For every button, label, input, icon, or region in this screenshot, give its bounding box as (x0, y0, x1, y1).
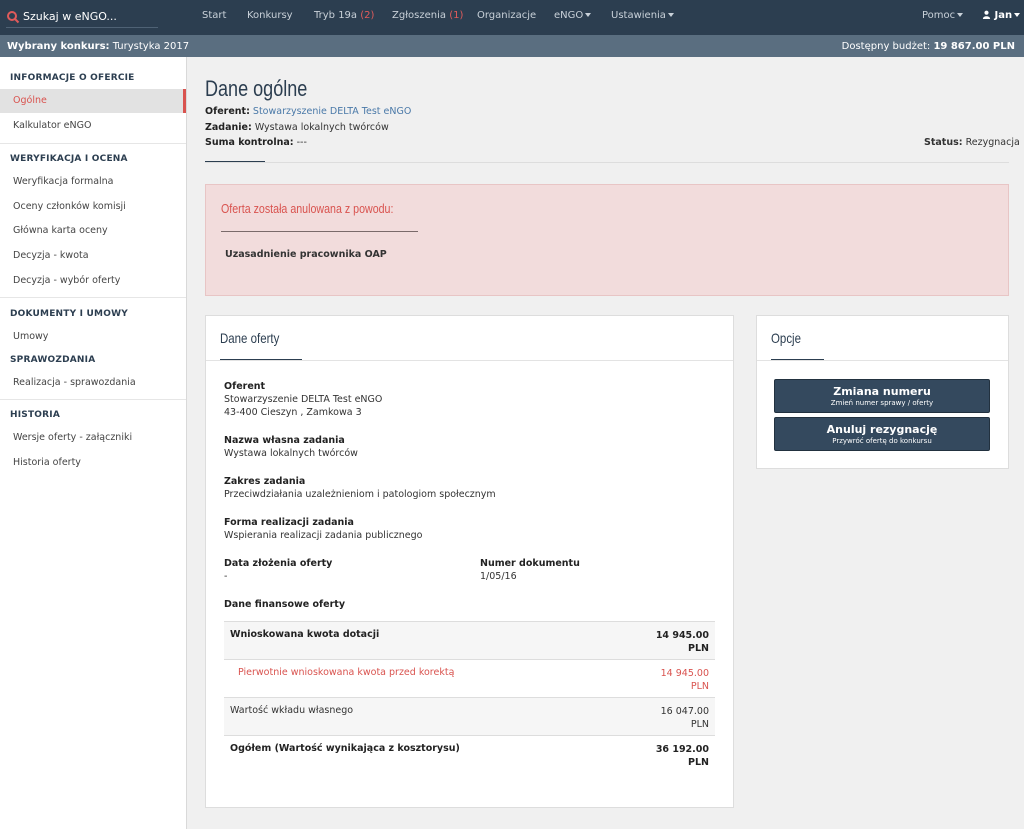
field-form: Forma realizacji zadania Wspierania real… (224, 517, 423, 541)
panel-underline (771, 359, 824, 360)
panel-title: Opcje (771, 330, 801, 346)
table-row: Wartość wkładu własnego 16 047.00 PLN (224, 697, 715, 735)
page-title: Dane ogólne (205, 76, 308, 101)
sidebar-divider (0, 297, 186, 298)
top-navbar: Szukaj w eNGO... Start Konkursy Tryb 19a… (0, 0, 1024, 35)
meta-suma-kontrolna: Suma kontrolna: --- (205, 137, 307, 148)
sidebar-section-title: DOKUMENTY I UMOWY (10, 309, 128, 319)
sidebar: INFORMACJE O OFERCIE Ogólne Kalkulator e… (0, 57, 187, 829)
nav-zgloszenia[interactable]: Zgłoszenia (1) (392, 10, 463, 21)
table-row: Ogółem (Wartość wynikająca z kosztorysu)… (224, 735, 715, 773)
search-icon (6, 10, 20, 24)
context-bar: Wybrany konkurs: Turystyka 2017 Dostępny… (0, 35, 1024, 57)
panel-divider (206, 360, 733, 361)
nav-tryb19a[interactable]: Tryb 19a (2) (314, 10, 374, 21)
sidebar-item-kalkulator[interactable]: Kalkulator eNGO (0, 114, 186, 138)
sidebar-item-historia-oferty[interactable]: Historia oferty (0, 451, 186, 475)
nav-zgloszenia-count: (1) (449, 10, 464, 21)
offer-panel: Dane oferty Oferent Stowarzyszenie DELTA… (205, 315, 734, 808)
nav-tryb19a-count: (2) (360, 10, 375, 21)
nav-pomoc-dropdown[interactable]: Pomoc (922, 10, 964, 21)
meta-zadanie: Zadanie: Wystawa lokalnych twórców (205, 122, 389, 133)
sidebar-item-decyzja-kwota[interactable]: Decyzja - kwota (0, 244, 186, 268)
chevron-down-icon (585, 13, 592, 17)
header-underline (205, 161, 265, 162)
chevron-down-icon (667, 13, 674, 17)
cancellation-alert: Oferta została anulowana z powodu: Uzasa… (205, 184, 1009, 296)
header-divider (205, 162, 1009, 163)
sidebar-item-weryfikacja-formalna[interactable]: Weryfikacja formalna (0, 170, 186, 194)
selected-contest: Wybrany konkurs: Turystyka 2017 (7, 41, 190, 52)
field-date: Data złożenia oferty - (224, 558, 333, 582)
chevron-down-icon (957, 13, 964, 17)
cancel-resignation-button[interactable]: Anuluj rezygnację Przywróć ofertę do kon… (774, 417, 990, 451)
main-content: Dane ogólne Oferent: Stowarzyszenie DELT… (188, 57, 1024, 829)
nav-start[interactable]: Start (202, 10, 226, 21)
search-placeholder: Szukaj w eNGO... (23, 10, 117, 23)
panel-divider (757, 360, 1008, 361)
sidebar-section-title: WERYFIKACJA I OCENA (10, 154, 128, 164)
sidebar-item-karta-oceny[interactable]: Główna karta oceny (0, 219, 186, 243)
alert-reason: Uzasadnienie pracownika OAP (225, 249, 387, 260)
status-badge: Status: Rezygnacja (924, 137, 1020, 148)
table-row: Wnioskowana kwota dotacji 14 945.00 PLN (224, 621, 715, 659)
field-scope: Zakres zadania Przeciwdziałania uzależni… (224, 476, 496, 500)
sidebar-section-title: SPRAWOZDANIA (10, 355, 96, 365)
table-row: Pierwotnie wnioskowana kwota przed korek… (224, 659, 715, 697)
sidebar-item-ogolne[interactable]: Ogólne (0, 89, 186, 113)
alert-title: Oferta została anulowana z powodu: (221, 201, 394, 216)
change-number-button[interactable]: Zmiana numeru Zmień numer sprawy / ofert… (774, 379, 990, 413)
panel-title: Dane oferty (220, 330, 280, 346)
sidebar-section-title: HISTORIA (10, 410, 60, 420)
sidebar-divider (0, 143, 186, 144)
meta-oferent: Oferent: Stowarzyszenie DELTA Test eNGO (205, 106, 412, 117)
sidebar-item-oceny-komisji[interactable]: Oceny członków komisji (0, 195, 186, 219)
sidebar-section-title: INFORMACJE O OFERCIE (10, 73, 135, 83)
field-finance-label: Dane finansowe oferty (224, 599, 346, 610)
nav-ustawienia-dropdown[interactable]: Ustawienia (611, 10, 674, 21)
chevron-down-icon (1014, 13, 1021, 17)
nav-engo-dropdown[interactable]: eNGO (554, 10, 592, 21)
sidebar-divider (0, 399, 186, 400)
field-task-name: Nazwa własna zadania Wystawa lokalnych t… (224, 435, 358, 459)
available-budget: Dostępny budżet: 19 867.00 PLN (841, 41, 1015, 52)
field-oferent: Oferent Stowarzyszenie DELTA Test eNGO 4… (224, 381, 383, 418)
panel-underline (220, 359, 302, 360)
oferent-link[interactable]: Stowarzyszenie DELTA Test eNGO (253, 106, 411, 117)
sidebar-item-wersje-oferty[interactable]: Wersje oferty - załączniki (0, 426, 186, 450)
finance-table: Wnioskowana kwota dotacji 14 945.00 PLN P… (224, 621, 715, 773)
sidebar-item-umowy[interactable]: Umowy (0, 325, 186, 349)
field-docnum: Numer dokumentu 1/05/16 (480, 558, 580, 582)
alert-underline (221, 231, 418, 232)
search-box[interactable]: Szukaj w eNGO... (6, 6, 158, 28)
nav-konkursy[interactable]: Konkursy (247, 10, 293, 21)
nav-organizacje[interactable]: Organizacje (477, 10, 536, 21)
user-icon (982, 10, 991, 19)
user-menu[interactable]: Jan (982, 10, 1021, 21)
options-panel: Opcje Zmiana numeru Zmień numer sprawy /… (756, 315, 1009, 469)
sidebar-item-decyzja-wybor[interactable]: Decyzja - wybór oferty (0, 269, 186, 293)
sidebar-item-sprawozdania[interactable]: Realizacja - sprawozdania (0, 371, 186, 395)
